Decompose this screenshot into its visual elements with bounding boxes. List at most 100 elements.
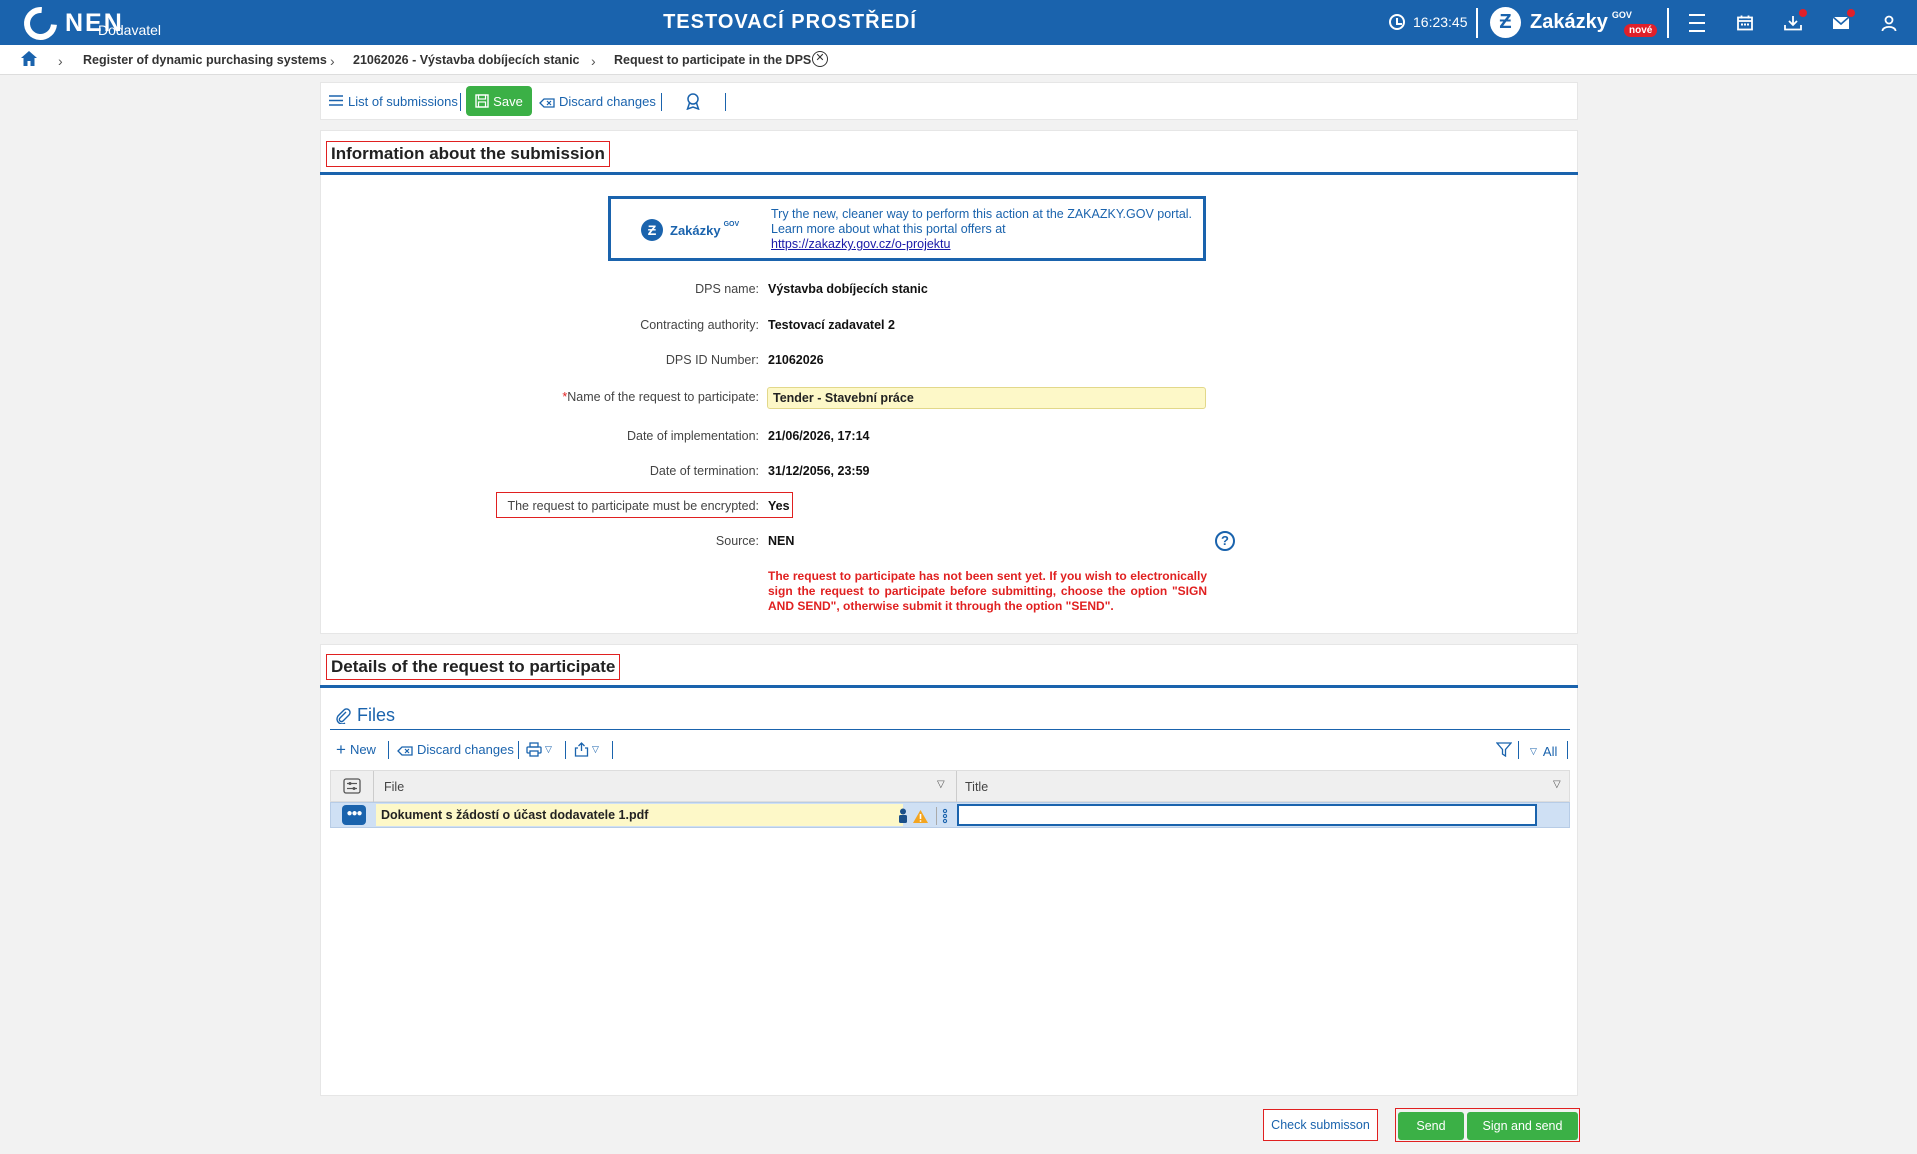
toolbar-divider xyxy=(1518,741,1519,759)
save-button[interactable]: Save xyxy=(466,86,532,116)
zakazky-logo-icon: Ƶ xyxy=(1490,7,1521,38)
encryption-value: Yes xyxy=(768,499,790,513)
discard-icon xyxy=(397,744,413,756)
check-submission-button[interactable]: Check submisson xyxy=(1263,1109,1378,1141)
source-value: NEN xyxy=(768,534,795,548)
promo-link[interactable]: https://zakazky.gov.cz/o-projektu xyxy=(771,237,1201,252)
export-icon xyxy=(574,742,589,757)
section-divider xyxy=(320,172,1578,175)
source-label: Source: xyxy=(715,534,759,548)
sort-icon[interactable]: ▽ xyxy=(937,779,945,790)
date-implementation-value: 21/06/2026, 17:14 xyxy=(768,429,870,443)
logo-subtitle: Dodavatel xyxy=(98,22,162,38)
download-icon[interactable] xyxy=(1781,9,1807,35)
dps-id-label: DPS ID Number: xyxy=(665,353,759,367)
chevron-right-icon: › xyxy=(591,53,596,69)
zakazky-name: Zakázky xyxy=(1530,11,1608,33)
more-vertical-icon[interactable] xyxy=(941,808,949,824)
home-icon[interactable] xyxy=(20,50,38,70)
dps-id-value: 21062026 xyxy=(768,353,824,367)
title-input[interactable] xyxy=(957,804,1537,826)
column-header-file[interactable]: File xyxy=(384,780,404,794)
breadcrumb-current: Request to participate in the DPS xyxy=(614,53,812,67)
contracting-authority-label: Contracting authority: xyxy=(640,318,759,332)
form-toolbar: List of submissions Save Discard changes xyxy=(320,82,1578,120)
encrypted-file-icon[interactable] xyxy=(898,808,908,824)
new-label: New xyxy=(349,742,376,757)
help-icon[interactable]: ? xyxy=(1215,531,1235,551)
cell-divider xyxy=(936,807,937,825)
ribbon-icon[interactable] xyxy=(685,92,701,110)
header-divider xyxy=(1667,8,1669,38)
zakazky-logo-icon: Ƶ xyxy=(641,219,663,241)
list-of-submissions-button[interactable]: List of submissions xyxy=(329,94,458,109)
files-discard-label: Discard changes xyxy=(417,742,514,757)
details-panel xyxy=(320,644,1578,1096)
zakazky-promo-banner: Ƶ Zakázky GOV Try the new, cleaner way t… xyxy=(608,196,1206,261)
calendar-icon[interactable] xyxy=(1733,11,1757,35)
breadcrumb-item[interactable]: 21062026 - Výstavba dobíjecích stanic xyxy=(353,53,580,67)
session-clock: 16:23:45 xyxy=(1389,14,1468,30)
sort-icon[interactable]: ▽ xyxy=(1553,779,1561,790)
user-icon[interactable] xyxy=(1877,11,1901,35)
zakazky-gov-link[interactable]: Ƶ Zakázky GOV nové xyxy=(1490,7,1658,38)
breadcrumb-item[interactable]: Register of dynamic purchasing systems xyxy=(83,53,327,67)
information-section-title: Information about the submission xyxy=(326,141,610,167)
files-discard-button[interactable]: Discard changes xyxy=(397,742,514,757)
header-divider xyxy=(1476,8,1478,38)
plus-icon: + xyxy=(336,740,346,759)
request-name-input[interactable]: Tender - Stavební práce xyxy=(767,387,1206,409)
toolbar-divider xyxy=(661,93,662,111)
new-badge: nové xyxy=(1624,24,1658,37)
promo-line: Learn more about what this portal offers… xyxy=(771,222,1006,236)
new-file-button[interactable]: + New xyxy=(336,740,376,759)
sign-and-send-button[interactable]: Sign and send xyxy=(1467,1112,1578,1140)
list-icon xyxy=(329,94,343,109)
column-header-title[interactable]: Title xyxy=(965,780,988,794)
column-divider xyxy=(373,771,374,803)
files-divider xyxy=(330,729,1570,730)
column-settings-icon[interactable] xyxy=(343,778,361,797)
close-icon[interactable]: ✕ xyxy=(812,51,828,67)
breadcrumb: › Register of dynamic purchasing systems… xyxy=(0,45,1917,75)
mail-icon[interactable] xyxy=(1829,9,1855,35)
toolbar-divider xyxy=(518,741,519,759)
date-implementation-label: Date of implementation: xyxy=(626,429,759,443)
toolbar-divider xyxy=(725,93,726,111)
warning-icon[interactable] xyxy=(912,809,929,824)
list-of-submissions-label: List of submissions xyxy=(348,94,458,109)
column-divider xyxy=(956,771,957,803)
promo-text: Try the new, cleaner way to perform this… xyxy=(771,207,1201,252)
top-header: NEN Dodavatel TESTOVACÍ PROSTŘEDÍ 16:23:… xyxy=(0,0,1917,47)
files-header: Files xyxy=(335,705,395,726)
save-label: Save xyxy=(493,93,523,109)
toolbar-divider xyxy=(460,93,461,111)
filter-all-label: All xyxy=(1542,744,1558,759)
discard-changes-label: Discard changes xyxy=(559,94,656,109)
clock-time: 16:23:45 xyxy=(1413,14,1468,30)
print-dropdown[interactable]: ▽ xyxy=(526,742,552,757)
table-row[interactable]: ●●● Dokument s žádostí o účast dodavatel… xyxy=(330,802,1570,828)
discard-icon xyxy=(539,96,555,108)
contracting-authority-value: Testovací zadavatel 2 xyxy=(768,318,895,332)
menu-icon[interactable] xyxy=(1685,11,1709,35)
file-name-cell[interactable]: Dokument s žádostí o účast dodavatele 1.… xyxy=(376,804,903,826)
filter-icon[interactable] xyxy=(1496,742,1512,757)
encryption-label: The request to participate must be encry… xyxy=(507,499,759,513)
toolbar-divider xyxy=(1567,741,1568,759)
row-menu-button[interactable]: ●●● xyxy=(342,805,366,825)
promo-line: Try the new, cleaner way to perform this… xyxy=(771,207,1193,221)
request-name-label: *Name of the request to participate: xyxy=(562,390,759,404)
send-button-group: Send Sign and send xyxy=(1395,1108,1580,1142)
promo-brand: Zakázky xyxy=(670,222,721,238)
promo-brand-gov: GOV xyxy=(723,220,740,228)
export-dropdown[interactable]: ▽ xyxy=(574,742,599,757)
notification-dot xyxy=(1847,9,1855,17)
file-status-icons xyxy=(898,807,949,825)
chevron-down-icon: ▽ xyxy=(545,744,552,754)
filter-all-dropdown[interactable]: ▽ All xyxy=(1530,744,1557,759)
date-termination-value: 31/12/2056, 23:59 xyxy=(768,464,870,478)
send-button[interactable]: Send xyxy=(1398,1112,1464,1140)
discard-changes-button[interactable]: Discard changes xyxy=(539,94,656,109)
not-sent-warning: The request to participate has not been … xyxy=(768,569,1207,613)
